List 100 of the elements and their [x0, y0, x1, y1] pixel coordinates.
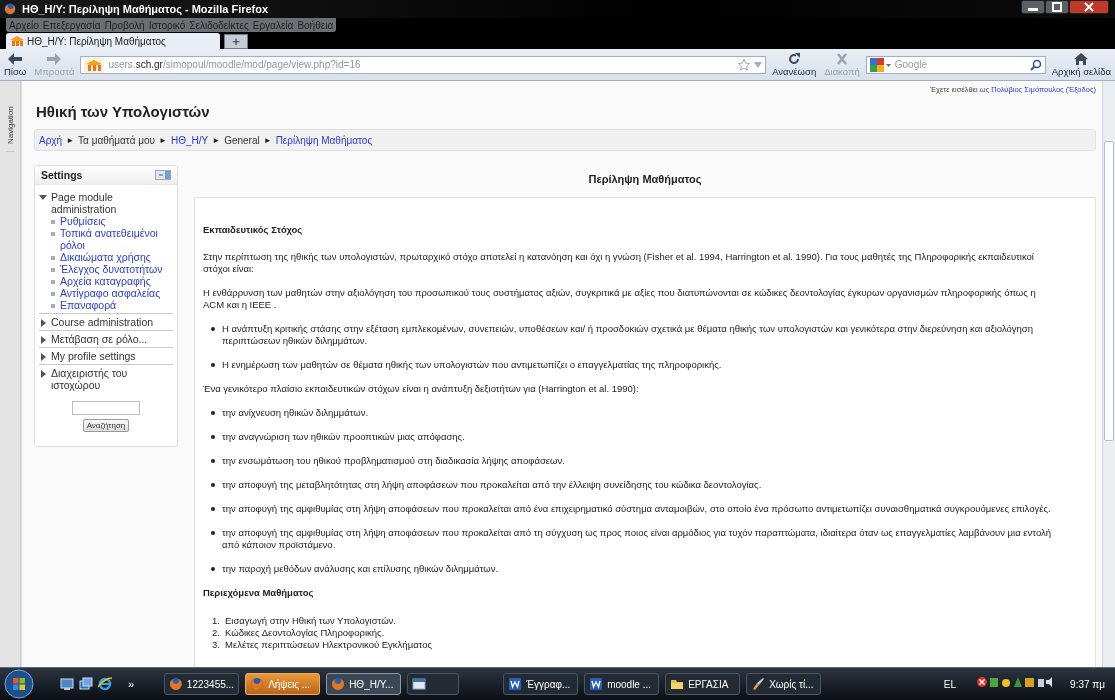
tree-item[interactable]: Διαχειριστής του ιστοχώρου: [51, 367, 173, 391]
bullet-icon: [51, 292, 55, 296]
taskbar-button[interactable]: Χωρίς τί...: [746, 673, 822, 695]
bullet-icon: [211, 411, 215, 415]
list-item: Κώδικες Δεοντολογίας Πληροφορικής.: [225, 627, 385, 639]
scroll-thumb[interactable]: [1104, 141, 1114, 441]
close-icon[interactable]: [1069, 0, 1109, 14]
desktop-icon[interactable]: [60, 677, 74, 691]
stop-icon: [834, 52, 849, 65]
settings-link[interactable]: Δικαιώματα χρήσης: [60, 251, 151, 263]
reload-button[interactable]: Ανανέωση: [770, 52, 819, 77]
list-number: 3.: [211, 639, 220, 651]
breadcrumb-link[interactable]: ΗΘ_Η/Υ: [170, 134, 209, 146]
bullet-icon: [51, 256, 55, 260]
forward-arrow-icon: [47, 52, 62, 65]
back-button[interactable]: Πίσω: [2, 52, 29, 77]
home-button[interactable]: Αρχική σελίδα: [1049, 52, 1113, 77]
list-item: την παροχή μεθόδων ανάλυσης και επίλυσης ηθικών διλημμάτων.: [222, 563, 499, 575]
collapsed-arrow-icon[interactable]: [39, 319, 47, 327]
windows-switch-icon[interactable]: [79, 677, 93, 691]
breadcrumb-separator: ►: [212, 135, 221, 145]
new-tab-button[interactable]: +: [224, 34, 248, 49]
settings-link[interactable]: Αρχεία καταγραφής: [60, 275, 151, 287]
bullet-icon: [211, 531, 215, 535]
taskbar-button[interactable]: ΕΡΓΑΣΙΑ: [665, 673, 741, 695]
language-indicator[interactable]: EL: [943, 678, 957, 690]
bullet-icon: [51, 232, 55, 236]
section-heading: Περιεχόμενα Μαθήματος: [203, 587, 315, 599]
list-item: Η ανάπτυξη κριτικής στάσης στην εξέταση εμπλεκομένων, συνεπειών, υποθέσεων και/ ή προσδοκιών σχετικά με θέματα ηθικής των υπολογιστών και γενικότερα στην διερεύνηση και αξιολόγηση περιπτώσεων ηθικών διλημμάτων.: [222, 323, 1035, 347]
taskbar-button[interactable]: moodle ...: [584, 673, 660, 695]
taskbar-button[interactable]: ΗΘ_Η/Υ...: [326, 673, 402, 695]
bullet-icon: [211, 327, 215, 331]
taskbar-button[interactable]: Έγγραφ...: [503, 673, 579, 695]
breadcrumb-separator: ►: [263, 135, 272, 145]
window-title: ΗΘ_Η/Υ: Περίληψη Μαθήματος - Mozilla Firefox: [22, 3, 269, 15]
star-icon[interactable]: [738, 58, 751, 71]
home-icon: [1074, 52, 1089, 65]
document-icon: [508, 677, 523, 691]
clock[interactable]: 9:37 πμ: [1070, 678, 1105, 690]
window-icon: [412, 677, 427, 691]
breadcrumb-separator: ►: [159, 135, 167, 145]
search-button[interactable]: Αναζήτηση: [82, 419, 130, 432]
start-orb-icon[interactable]: [4, 669, 34, 699]
settings-link[interactable]: Αντίγραφο ασφαλείας: [60, 287, 161, 299]
list-item: Μελέτες περιπτώσεων Ηλεκτρονικού Εγκλήματος: [225, 639, 433, 651]
paragraph: Ένα γενικότερο πλαίσιο εκπαιδευτικών στόχων είναι η ανάπτυξη δεξιοτήτων για (Harrington et al. 1990):: [203, 383, 640, 395]
collapsed-arrow-icon[interactable]: [39, 353, 47, 361]
bullet-icon: [51, 220, 55, 224]
minimize-icon[interactable]: [1021, 0, 1045, 14]
breadcrumb-link[interactable]: Περίληψη Μαθήματος: [275, 134, 373, 146]
tree-item[interactable]: Μετάβαση σε ρόλο...: [51, 333, 148, 345]
search-input[interactable]: [72, 401, 140, 415]
browser-tab[interactable]: ΗΘ_Η/Υ: Περίληψη Μαθήματος: [6, 33, 220, 49]
bullet-icon: [51, 280, 55, 284]
maximize-icon[interactable]: [1045, 0, 1069, 14]
address-field[interactable]: users.sch.gr/simopoul/moodle/mod/page/view.php?id=16: [80, 55, 767, 74]
panel-title: Settings: [41, 169, 83, 181]
bullet-icon: [211, 363, 215, 367]
collapsed-arrow-icon[interactable]: [39, 336, 47, 344]
settings-link[interactable]: Έλεγχος δυνατοτήτων: [60, 263, 163, 275]
page-heading: Περίληψη Μαθήματος: [587, 173, 703, 185]
settings-link[interactable]: Τοπικά ανατεθειμένοι ρόλοι: [60, 227, 173, 251]
list-item: την αποφυγή της μεταβλητότητας στη λήψη αποφάσεων που προκαλείται από την έλλειψη συνείδησης του κώδικα δεοντολογίας.: [222, 479, 762, 491]
breadcrumb-link[interactable]: Αρχή: [39, 134, 63, 146]
paint-icon: [751, 677, 766, 691]
section-heading: Εκπαιδευτικός Στόχος: [203, 224, 304, 236]
breadcrumb-item: Τα μαθήματά μου: [78, 134, 156, 146]
bullet-icon: [211, 483, 215, 487]
tree-item[interactable]: Course administration: [51, 316, 154, 328]
dock-toggle-icon[interactable]: [155, 170, 171, 180]
collapsed-arrow-icon[interactable]: [39, 370, 47, 378]
list-number: 1.: [211, 615, 220, 627]
list-item: την ενσωμάτωση του ηθικού προβληματισμού στη διαδικασία λήψης αποφάσεων.: [222, 455, 565, 467]
breadcrumb-item: General: [224, 134, 260, 146]
back-arrow-icon: [8, 52, 23, 65]
list-number: 2.: [211, 627, 220, 639]
site-title: Ηθική των Υπολογιστών: [36, 103, 210, 120]
tree-item[interactable]: Page module administration: [51, 191, 173, 215]
settings-link[interactable]: Ρυθμίσεις: [60, 215, 106, 227]
bullet-icon: [211, 507, 215, 511]
browser-e-icon[interactable]: [98, 677, 112, 691]
tree-item[interactable]: My profile settings: [51, 350, 136, 362]
bullet-icon: [51, 268, 55, 272]
scrollbar[interactable]: [1102, 81, 1115, 667]
list-item: Η ενημέρωση των μαθητών σε θέματα ηθικής των υπολογιστών που αντιμετωπίζει ο επαγγελματίας της πληροφορικής.: [222, 359, 722, 371]
search-icon[interactable]: [1029, 58, 1042, 71]
taskbar-button[interactable]: 1223455...: [164, 673, 240, 695]
folder-icon: [670, 677, 685, 691]
bullet-icon: [211, 567, 215, 571]
bullet-icon: [211, 435, 215, 439]
settings-link[interactable]: Επαναφορά: [60, 299, 117, 311]
paragraph: Η ενθάρρυνση των μαθητών στην αξιολόγηση του προσωπικού τους συστήματος αξιών, συγκριτικά με αξίες που διατυπώνονται σε κώδικες δεοντολογίας έγκυρων οργανισμών πληροφορικής όπως η ACM και η IEEE .: [203, 287, 1037, 311]
list-item: Εισαγωγή στην Ηθική των Υπολογιστών.: [225, 615, 396, 627]
reload-icon: [787, 52, 802, 65]
more-button[interactable]: »: [128, 678, 135, 690]
expanded-arrow-icon[interactable]: [39, 194, 47, 202]
navigation-tab[interactable]: Navigation: [0, 81, 21, 667]
taskbar-button[interactable]: [407, 673, 460, 695]
search-field[interactable]: Google: [865, 55, 1046, 74]
bullet-icon: [211, 459, 215, 463]
